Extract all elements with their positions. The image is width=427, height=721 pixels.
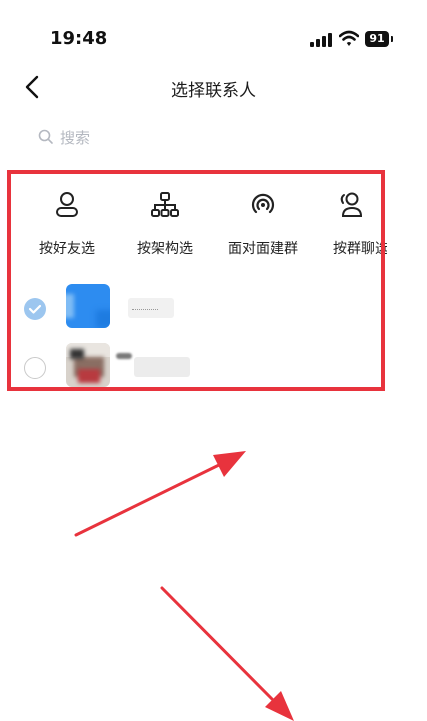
blurred-name (134, 357, 190, 377)
avatar (66, 284, 110, 328)
person-icon (56, 192, 78, 217)
quick-action-by-friends[interactable]: 按好友选 (19, 190, 115, 258)
annotation-arrow-down-right (160, 586, 294, 721)
quick-actions: 按好友选 按架构选 面对面建群 按群聊选 (0, 190, 427, 260)
contact-row[interactable] (0, 284, 427, 336)
search-input[interactable]: 搜索 (38, 124, 90, 150)
search-placeholder: 搜索 (60, 128, 91, 147)
org-chart-icon (151, 192, 179, 217)
quick-action-label: 按架构选 (137, 241, 193, 257)
group-person-icon (340, 192, 363, 217)
quick-action-face-to-face[interactable]: 面对面建群 (215, 190, 311, 258)
checkbox-unchecked[interactable] (24, 357, 46, 379)
nearby-signal-icon (251, 193, 275, 214)
cellular-signal-icon (310, 33, 332, 47)
battery-icon: 91 (365, 31, 393, 47)
wifi-icon (339, 30, 359, 46)
annotation-arrow-up-right (74, 451, 246, 537)
quick-action-by-group[interactable]: 按群聊选 (313, 190, 387, 258)
quick-action-label: 面对面建群 (228, 241, 298, 257)
nav-bar: 选择联系人 (0, 60, 427, 112)
search-icon (38, 129, 53, 144)
page-title: 选择联系人 (171, 81, 256, 101)
status-time: 19:48 (50, 28, 108, 49)
contact-row[interactable] (0, 343, 427, 395)
blurred-mark (116, 353, 132, 359)
quick-action-label: 按群聊选 (333, 241, 387, 257)
checkbox-checked[interactable] (24, 298, 46, 320)
blurred-name (128, 298, 174, 318)
avatar (66, 343, 110, 387)
quick-action-label: 按好友选 (39, 241, 95, 257)
quick-action-by-org[interactable]: 按架构选 (117, 190, 213, 258)
checkmark-icon (28, 304, 42, 314)
